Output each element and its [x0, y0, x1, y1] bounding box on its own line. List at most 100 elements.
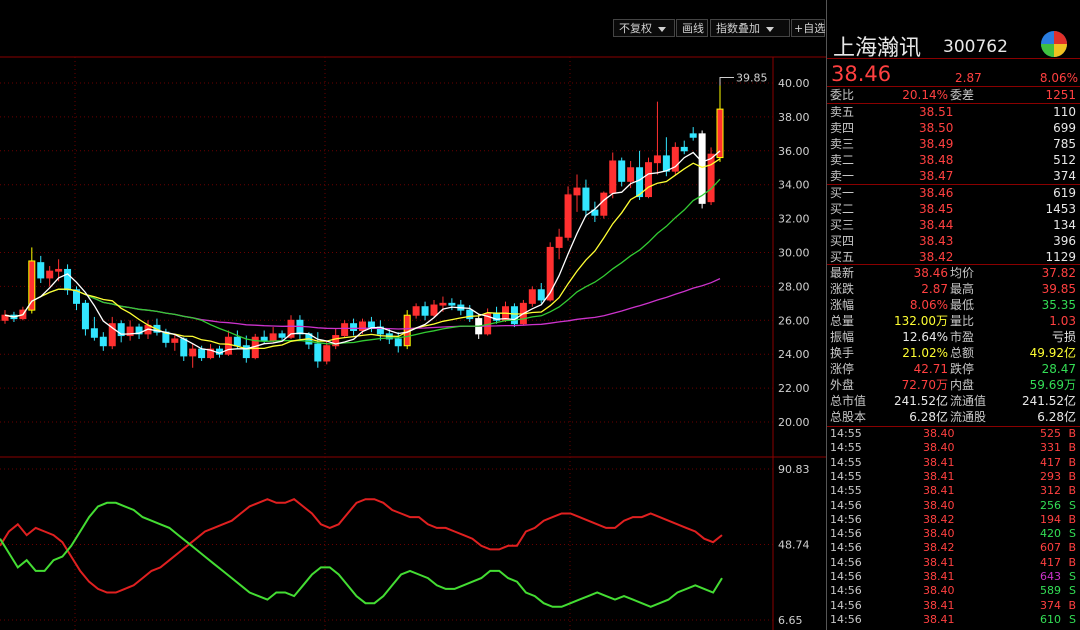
candle-body [314, 343, 322, 362]
bid-row[interactable]: 买一 38.46 619 [827, 185, 1080, 201]
ask-row[interactable]: 卖二 38.48 512 [827, 152, 1080, 168]
ask-row[interactable]: 卖五 38.51 110 [827, 104, 1080, 120]
adjust-dropdown[interactable]: 不复权 [613, 19, 675, 37]
last-price: 38.46 [831, 62, 892, 86]
tick-price: 38.41 [923, 570, 955, 583]
tick-volume: 293 [1040, 469, 1061, 483]
candle-body [448, 302, 456, 306]
ask-price: 38.47 [919, 169, 954, 183]
index-overlay-dropdown[interactable]: 指数叠加 [710, 19, 790, 37]
bid-price: 38.45 [919, 202, 954, 216]
stat-value: 35.35 [1041, 298, 1076, 312]
tick-side: S [1069, 612, 1076, 626]
candle-body [689, 133, 697, 138]
candle-body [224, 336, 232, 355]
tick-time: 14:56 [830, 512, 862, 526]
ask-row[interactable]: 卖三 38.49 785 [827, 136, 1080, 152]
tick-price: 38.40 [923, 527, 955, 541]
tick-volume: 331 [1040, 441, 1061, 455]
candle-body [555, 236, 563, 248]
candle-body [367, 321, 375, 328]
add-watchlist-button[interactable]: +自选 [791, 19, 825, 37]
tick-time: 14:55 [830, 441, 862, 455]
draw-line-button[interactable]: 画线 [676, 19, 708, 37]
candle-body [600, 192, 608, 216]
kline-chart[interactable]: 40.00 38.00 36.00 34.00 32.00 30.00 28.00 26.00… [0, 0, 826, 630]
candle-body [618, 160, 626, 182]
ask-volume: 110 [1053, 105, 1076, 119]
tick-row: 14:56 38.42 194 B [827, 513, 1080, 527]
tick-side: S [1069, 570, 1076, 583]
add-watchlist-label: +自选 [794, 22, 826, 35]
stat-label: 换手 [830, 346, 855, 360]
indicator-axis-label: 90.83 [778, 463, 810, 476]
price-axis-label: 24.00 [778, 348, 810, 361]
tick-side: B [1068, 427, 1076, 440]
ask-price: 38.51 [919, 105, 954, 119]
candle-body [269, 333, 277, 342]
tick-row: 14:56 38.40 256 S [827, 499, 1080, 513]
candle-body [645, 162, 652, 198]
order-ratio-label: 委比 [830, 88, 855, 102]
stat-label: 总股本 [830, 410, 867, 424]
stat-row: 涨幅 8.06% 最低 35.35 [827, 297, 1080, 313]
bid-price: 38.46 [919, 186, 954, 200]
stat-value: 6.28亿 [909, 410, 948, 424]
tick-time: 14:56 [830, 598, 862, 612]
stat-label: 市盈 [950, 330, 975, 344]
ask-row[interactable]: 卖四 38.50 699 [827, 120, 1080, 136]
ask-price: 38.50 [919, 121, 954, 135]
bid-label: 买一 [830, 186, 855, 200]
price-change-pct: 8.06% [1039, 71, 1078, 85]
candle-body [64, 268, 72, 291]
bid-row[interactable]: 买二 38.45 1453 [827, 201, 1080, 217]
chevron-down-icon [766, 26, 774, 32]
tick-row: 14:56 38.40 589 S [827, 584, 1080, 598]
tick-price: 38.40 [923, 584, 955, 598]
price-axis-label: 22.00 [778, 382, 810, 395]
stat-row: 换手 21.02% 总额 49.92亿 [827, 345, 1080, 361]
chevron-down-icon [658, 26, 666, 32]
stat-label: 总量 [830, 314, 855, 328]
bid-row[interactable]: 买五 38.42 1129 [827, 249, 1080, 265]
tick-time: 14:55 [830, 469, 862, 483]
candle-body [28, 260, 36, 311]
stat-value: 59.69万 [1029, 378, 1076, 392]
ask-label: 卖五 [830, 105, 855, 119]
stat-value: 亏损 [1051, 330, 1076, 344]
stat-row: 最新 38.46 均价 37.82 [827, 265, 1080, 281]
price-axis-label: 28.00 [778, 280, 810, 293]
tick-price: 38.41 [923, 455, 955, 469]
tick-time: 14:55 [830, 427, 862, 440]
ask-row[interactable]: 卖一 38.47 374 [827, 168, 1080, 184]
stat-label: 最低 [950, 298, 975, 312]
bid-row[interactable]: 买四 38.43 396 [827, 233, 1080, 249]
price-axis-label: 36.00 [778, 145, 810, 158]
stat-value: 241.52亿 [894, 394, 948, 408]
indicator-axis-label: 6.65 [778, 614, 803, 627]
price-axis-label: 26.00 [778, 314, 810, 327]
ask-volume: 512 [1053, 153, 1076, 167]
price-axis-label: 40.00 [778, 77, 810, 90]
price-axis-label: 30.00 [778, 247, 810, 260]
divider [827, 58, 1080, 59]
candle-body [564, 194, 572, 238]
stat-row: 外盘 72.70万 内盘 59.69万 [827, 377, 1080, 393]
candle-body [198, 348, 206, 359]
candle-body [421, 306, 429, 316]
candle-body [680, 146, 688, 152]
stat-row: 涨跌 2.87 最高 39.85 [827, 281, 1080, 297]
candle-body [189, 348, 197, 357]
tick-price: 38.42 [923, 541, 955, 555]
tick-time: 14:56 [830, 570, 862, 583]
stat-label: 跌停 [950, 362, 975, 376]
tick-volume: 525 [1040, 427, 1061, 440]
bid-volume: 1129 [1045, 250, 1076, 264]
tick-volume: 589 [1040, 584, 1061, 598]
pie-chart-icon[interactable] [1040, 30, 1068, 58]
stat-row: 涨停 42.71 跌停 28.47 [827, 361, 1080, 377]
bid-row[interactable]: 买三 38.44 134 [827, 217, 1080, 233]
stat-row: 总量 132.00万 量比 1.03 [827, 313, 1080, 329]
stat-label: 外盘 [830, 378, 855, 392]
candle-body [99, 336, 107, 347]
